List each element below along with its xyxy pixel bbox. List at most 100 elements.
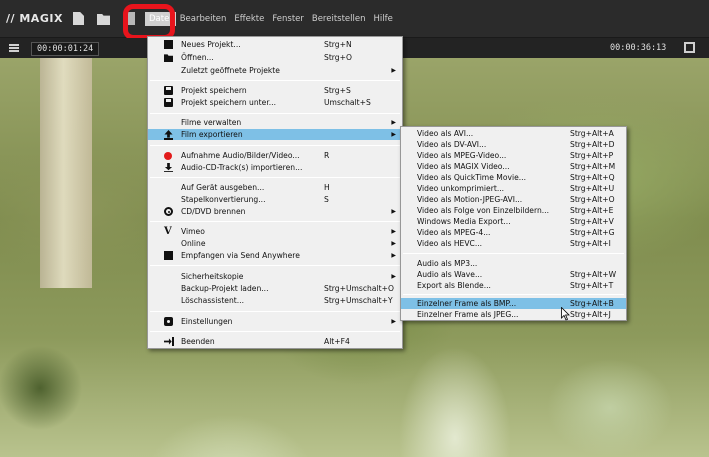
menu-item-windows-media[interactable]: Windows Media Export... Strg+Alt+V bbox=[401, 216, 626, 227]
menu-item-vimeo[interactable]: V Vimeo ▶ bbox=[148, 226, 402, 237]
menu-item-label: Stapelkonvertierung... bbox=[181, 195, 266, 204]
menu-item-label: Export als Blende... bbox=[417, 281, 491, 290]
menu-item-online[interactable]: Online ▶ bbox=[148, 238, 402, 249]
menu-item-shortcut: Strg+Umschalt+O bbox=[324, 284, 394, 293]
menu-item-video-quicktime[interactable]: Video als QuickTime Movie... Strg+Alt+Q bbox=[401, 172, 626, 183]
menu-item-shortcut: S bbox=[324, 195, 329, 204]
menu-item-label: Film exportieren bbox=[181, 130, 243, 139]
menu-item-video-hevc[interactable]: Video als HEVC... Strg+Alt+I bbox=[401, 238, 626, 249]
menu-item-import-audio-cd[interactable]: Audio-CD-Track(s) importieren... bbox=[148, 162, 402, 173]
menu-item-label: Einzelner Frame als JPEG... bbox=[417, 310, 519, 319]
menu-item-shortcut: Strg+Alt+M bbox=[570, 162, 616, 171]
menu-item-video-image-sequence[interactable]: Video als Folge von Einzelbildern... Str… bbox=[401, 205, 626, 216]
menu-fenster[interactable]: Fenster bbox=[268, 12, 308, 26]
menu-separator bbox=[150, 177, 400, 178]
menu-item-label: Aufnahme Audio/Bilder/Video... bbox=[181, 151, 300, 160]
magix-logo: // MAGIX bbox=[6, 12, 63, 25]
menu-item-shortcut: Strg+Alt+J bbox=[570, 310, 611, 319]
menu-hilfe[interactable]: Hilfe bbox=[370, 12, 397, 26]
menu-item-label: Video als Folge von Einzelbildern... bbox=[417, 206, 550, 215]
menu-item-record[interactable]: Aufnahme Audio/Bilder/Video... R bbox=[148, 150, 402, 161]
menu-separator bbox=[150, 265, 400, 266]
menu-item-shortcut: Strg+Alt+G bbox=[570, 228, 615, 237]
menu-item-video-mpeg[interactable]: Video als MPEG-Video... Strg+Alt+P bbox=[401, 150, 626, 161]
mouse-cursor-icon bbox=[561, 307, 570, 321]
menu-item-save-project-as[interactable]: Projekt speichern unter... Umschalt+S bbox=[148, 97, 402, 108]
menu-item-recent-projects[interactable]: Zuletzt geöffnete Projekte ▶ bbox=[148, 65, 402, 76]
menu-separator bbox=[403, 294, 624, 295]
menu-item-label: Öffnen... bbox=[181, 53, 214, 62]
menu-item-shortcut: Strg+Alt+Q bbox=[570, 173, 615, 182]
open-folder-icon[interactable] bbox=[97, 14, 110, 25]
menu-effekte[interactable]: Effekte bbox=[230, 12, 268, 26]
menu-item-video-mpeg4[interactable]: Video als MPEG-4... Strg+Alt+G bbox=[401, 227, 626, 238]
menu-item-label: Video als MPEG-4... bbox=[417, 228, 491, 237]
menu-item-label: Video als MAGIX Video... bbox=[417, 162, 510, 171]
menu-item-save-project[interactable]: Projekt speichern Strg+S bbox=[148, 85, 402, 96]
menu-bereitstellen[interactable]: Bereitstellen bbox=[308, 12, 370, 26]
menu-item-shortcut: Strg+Alt+I bbox=[570, 239, 611, 248]
menu-item-shortcut: Strg+N bbox=[324, 40, 352, 49]
menu-item-export-transition[interactable]: Export als Blende... Strg+Alt+T bbox=[401, 280, 626, 291]
menu-item-manage-films[interactable]: Filme verwalten ▶ bbox=[148, 117, 402, 128]
vimeo-icon: V bbox=[164, 226, 172, 237]
menu-item-frame-jpeg[interactable]: Einzelner Frame als JPEG... Strg+Alt+J bbox=[401, 309, 626, 320]
menu-item-label: Sicherheitskopie bbox=[181, 272, 244, 281]
menu-item-output-to-device[interactable]: Auf Gerät ausgeben... H bbox=[148, 182, 402, 193]
menu-item-batch-conversion[interactable]: Stapelkonvertierung... S bbox=[148, 194, 402, 205]
annotation-highlight-box bbox=[123, 4, 175, 40]
menu-item-open[interactable]: Öffnen... Strg+O bbox=[148, 52, 402, 63]
disc-icon bbox=[164, 207, 173, 216]
menu-item-label: Video als AVI... bbox=[417, 129, 474, 138]
menu-separator bbox=[150, 113, 400, 114]
submenu-arrow-icon: ▶ bbox=[391, 208, 396, 215]
menu-item-backup[interactable]: Sicherheitskopie ▶ bbox=[148, 271, 402, 282]
submenu-arrow-icon: ▶ bbox=[391, 252, 396, 259]
menu-separator bbox=[150, 311, 400, 312]
menu-item-audio-wave[interactable]: Audio als Wave... Strg+Alt+W bbox=[401, 269, 626, 280]
menu-item-audio-mp3[interactable]: Audio als MP3... bbox=[401, 258, 626, 269]
menu-item-label: Zuletzt geöffnete Projekte bbox=[181, 66, 280, 75]
menu-item-new-project[interactable]: Neues Projekt... Strg+N bbox=[148, 39, 402, 50]
menu-item-video-dv-avi[interactable]: Video als DV-AVI... Strg+Alt+D bbox=[401, 139, 626, 150]
menu-item-burn-disc[interactable]: CD/DVD brennen ▶ bbox=[148, 206, 402, 217]
menu-item-send-anywhere[interactable]: Empfangen via Send Anywhere ▶ bbox=[148, 250, 402, 261]
menu-separator bbox=[150, 221, 400, 222]
hamburger-menu-icon[interactable] bbox=[9, 44, 19, 52]
menu-item-video-avi[interactable]: Video als AVI... Strg+Alt+A bbox=[401, 128, 626, 139]
save-icon bbox=[164, 86, 173, 95]
submenu-arrow-icon: ▶ bbox=[391, 273, 396, 280]
new-file-icon[interactable] bbox=[73, 12, 84, 25]
menu-item-exit[interactable]: Beenden Alt+F4 bbox=[148, 336, 402, 347]
menu-item-label: Backup-Projekt laden... bbox=[181, 284, 269, 293]
menu-item-video-mjpeg[interactable]: Video als Motion-JPEG-AVI... Strg+Alt+O bbox=[401, 194, 626, 205]
menu-item-label: Video unkomprimiert... bbox=[417, 184, 505, 193]
submenu-arrow-icon: ▶ bbox=[391, 318, 396, 325]
menu-item-shortcut: Strg+Alt+P bbox=[570, 151, 614, 160]
menu-item-shortcut: Strg+Alt+V bbox=[570, 217, 614, 226]
menu-item-settings[interactable]: Einstellungen ▶ bbox=[148, 316, 402, 327]
submenu-arrow-icon: ▶ bbox=[391, 228, 396, 235]
menu-item-label: Windows Media Export... bbox=[417, 217, 511, 226]
timecode-duration: 00:00:36:13 bbox=[610, 43, 667, 53]
menu-item-label: Online bbox=[181, 239, 206, 248]
video-preview-detail bbox=[40, 58, 92, 288]
menu-item-shortcut: Strg+S bbox=[324, 86, 351, 95]
menu-item-video-magix[interactable]: Video als MAGIX Video... Strg+Alt+M bbox=[401, 161, 626, 172]
menu-item-frame-bmp[interactable]: Einzelner Frame als BMP... Strg+Alt+B bbox=[401, 298, 626, 309]
menu-item-label: Audio als Wave... bbox=[417, 270, 483, 279]
fullscreen-icon[interactable] bbox=[684, 42, 695, 53]
menu-bearbeiten[interactable]: Bearbeiten bbox=[176, 12, 231, 26]
menu-item-shortcut: Strg+Alt+W bbox=[570, 270, 617, 279]
menu-item-label: Auf Gerät ausgeben... bbox=[181, 183, 265, 192]
new-file-icon bbox=[164, 40, 173, 49]
menu-item-cleanup-wizard[interactable]: Löschassistent... Strg+Umschalt+Y bbox=[148, 295, 402, 306]
menu-item-label: Einzelner Frame als BMP... bbox=[417, 299, 517, 308]
export-submenu: Video als AVI... Strg+Alt+A Video als DV… bbox=[400, 126, 627, 321]
menu-item-export-film[interactable]: Film exportieren ▶ bbox=[148, 129, 402, 140]
timecode-position[interactable]: 00:00:01:24 bbox=[31, 42, 100, 56]
menu-item-video-uncompressed[interactable]: Video unkomprimiert... Strg+Alt+U bbox=[401, 183, 626, 194]
send-anywhere-icon bbox=[164, 251, 173, 260]
gear-icon bbox=[164, 317, 173, 326]
menu-item-load-backup[interactable]: Backup-Projekt laden... Strg+Umschalt+O bbox=[148, 283, 402, 294]
